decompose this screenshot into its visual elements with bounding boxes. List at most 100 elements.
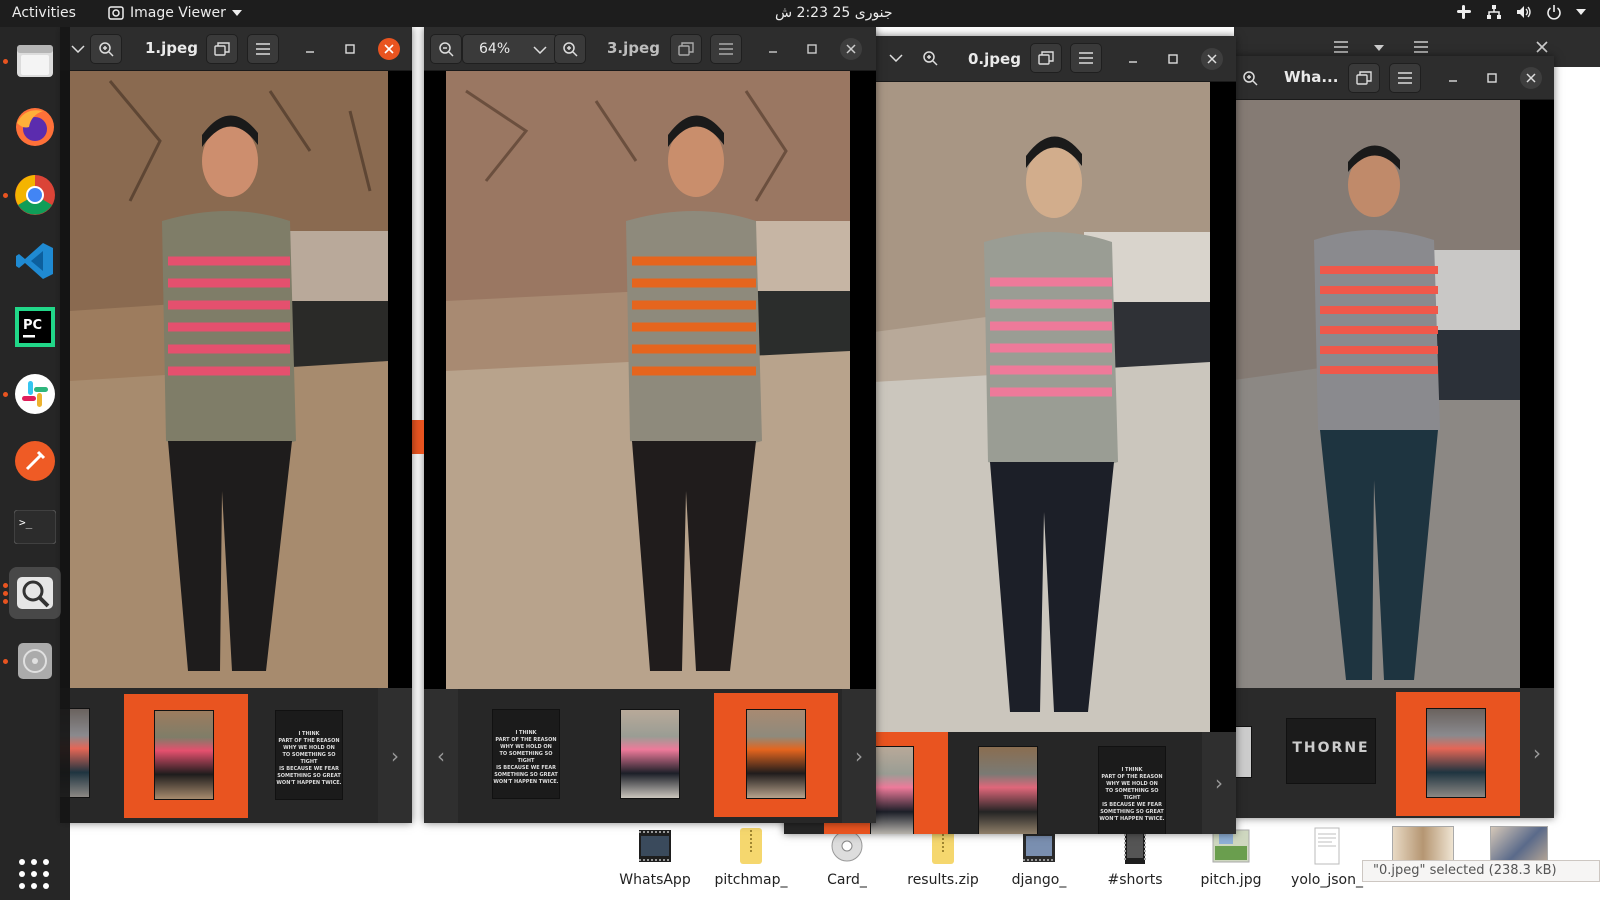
thumbnail[interactable]: I THINK PART OF THE REASON WHY WE HOLD O… (1098, 746, 1166, 834)
dock-pycharm[interactable]: PC (9, 301, 61, 353)
menu-icon (1398, 72, 1412, 84)
thumbnail[interactable]: THORNE (1286, 718, 1376, 784)
running-indicator (3, 659, 8, 664)
file-item[interactable]: django_ (991, 826, 1087, 888)
dock-slack[interactable] (9, 368, 61, 420)
dock-firefox[interactable] (9, 101, 61, 153)
volume-icon[interactable] (1516, 4, 1532, 20)
app-menu[interactable]: Image Viewer (108, 5, 242, 21)
list-view-icon[interactable] (1334, 41, 1348, 53)
thumbnail[interactable] (870, 746, 914, 834)
pycharm-icon: PC (15, 307, 55, 347)
slack-tray-icon[interactable] (1456, 4, 1472, 20)
menu-icon[interactable] (1414, 41, 1428, 53)
chevron-right-icon: › (1215, 771, 1223, 795)
file-name: WhatsApp (619, 872, 691, 888)
gallery-next-button[interactable]: › (378, 688, 412, 823)
file-item[interactable]: #shorts (1087, 826, 1183, 888)
desktop: Activities Image Viewer جنوری 25 2:23 ش … (0, 0, 1600, 900)
close-icon[interactable] (1536, 41, 1548, 53)
power-icon[interactable] (1546, 4, 1562, 20)
thumbnail[interactable] (620, 709, 680, 799)
dock-postman[interactable] (9, 435, 61, 487)
zoom-out-button[interactable] (430, 34, 462, 64)
image-display[interactable] (424, 71, 876, 689)
photo (1234, 100, 1520, 688)
zoom-level-button[interactable]: 64% (462, 34, 558, 64)
image-viewer-window-2[interactable]: 64% 3.jpeg ‹ I THINK PART OF THE REASON … (424, 27, 876, 823)
gallery-next-button[interactable]: › (842, 689, 876, 823)
file-item[interactable]: results.zip (895, 826, 991, 888)
thumbnail[interactable] (1426, 708, 1486, 798)
menu-button[interactable] (710, 34, 742, 64)
menu-button[interactable] (1070, 43, 1102, 73)
dock: PC >_ (0, 27, 70, 900)
file-item[interactable]: Card_ (799, 826, 895, 888)
zoom-in-button[interactable] (90, 34, 122, 64)
dock-files[interactable] (9, 35, 61, 87)
gallery-next-button[interactable]: › (1520, 688, 1554, 818)
zoom-in-button[interactable] (1234, 63, 1266, 93)
image-viewer-window-1[interactable]: 1.jpeg I THINK PART OF THE REASON WHY WE… (60, 27, 412, 823)
close-button[interactable] (840, 38, 862, 60)
minimize-button[interactable] (1442, 67, 1464, 89)
file-item[interactable]: pitchmap_ (703, 826, 799, 888)
gallery-toggle-button[interactable] (206, 34, 238, 64)
close-button[interactable] (378, 38, 400, 60)
quote-line: WON'T HAPPEN TWICE. (493, 779, 559, 785)
clock[interactable]: جنوری 25 2:23 ش (775, 5, 893, 21)
dock-terminal[interactable]: >_ (9, 501, 61, 553)
zoom-in-button[interactable] (554, 34, 586, 64)
dock-image-viewer[interactable] (9, 567, 61, 619)
network-icon[interactable] (1486, 4, 1502, 20)
minimize-button[interactable] (299, 38, 321, 60)
text-file-icon (1314, 827, 1340, 865)
close-button[interactable] (1201, 48, 1223, 70)
file-item[interactable]: yolo_json_ (1279, 826, 1375, 888)
maximize-icon (1487, 73, 1497, 83)
gallery-next-button[interactable]: › (1202, 732, 1236, 834)
minimize-button[interactable] (1122, 48, 1144, 70)
activities-button[interactable]: Activities (12, 5, 76, 21)
quote-line: TO SOMETHING SO TIGHT (1105, 788, 1159, 801)
thumbnail[interactable]: I THINK PART OF THE REASON WHY WE HOLD O… (492, 709, 560, 799)
zoom-dropdown-button[interactable] (880, 43, 912, 73)
chevron-down-icon[interactable] (1576, 9, 1586, 15)
thumbnail[interactable] (1234, 726, 1252, 778)
files-icon (17, 45, 53, 77)
maximize-button[interactable] (339, 38, 361, 60)
quote-line: PART OF THE REASON (1101, 774, 1163, 780)
menu-button[interactable] (247, 34, 279, 64)
close-button[interactable] (1520, 67, 1542, 89)
maximize-button[interactable] (1481, 67, 1503, 89)
maximize-button[interactable] (801, 38, 823, 60)
minimize-button[interactable] (762, 38, 784, 60)
zoom-in-icon (99, 42, 114, 57)
gallery-toggle-button[interactable] (670, 34, 702, 64)
image-display[interactable] (60, 71, 412, 688)
chevron-down-icon[interactable] (1374, 45, 1384, 51)
file-item[interactable]: pitch.jpg (1183, 826, 1279, 888)
close-icon (1526, 73, 1536, 83)
gallery-prev-button[interactable]: ‹ (424, 689, 458, 823)
thumbnail[interactable] (746, 709, 806, 799)
file-item[interactable]: WhatsApp (607, 826, 703, 888)
gallery-toggle-button[interactable] (1030, 43, 1062, 73)
thumbnail[interactable] (154, 710, 214, 800)
menu-button[interactable] (1389, 63, 1421, 93)
dock-vscode[interactable] (9, 235, 61, 287)
image-viewer-window-4[interactable]: Wha... THORNE › (1234, 56, 1554, 818)
zoom-out-icon (439, 42, 454, 57)
gallery-toggle-button[interactable] (1348, 63, 1380, 93)
thumbnail[interactable]: I THINK PART OF THE REASON WHY WE HOLD O… (275, 710, 343, 800)
maximize-button[interactable] (1162, 48, 1184, 70)
dock-disks[interactable] (9, 635, 61, 687)
thumbnail[interactable] (978, 746, 1038, 834)
dock-chrome[interactable] (9, 169, 61, 221)
image-display[interactable] (1234, 100, 1554, 688)
system-tray[interactable] (1456, 4, 1586, 20)
minimize-icon (1129, 61, 1137, 63)
file-name: Card_ (827, 872, 867, 888)
zoom-in-button[interactable] (914, 43, 946, 73)
show-applications-button[interactable] (19, 859, 51, 891)
